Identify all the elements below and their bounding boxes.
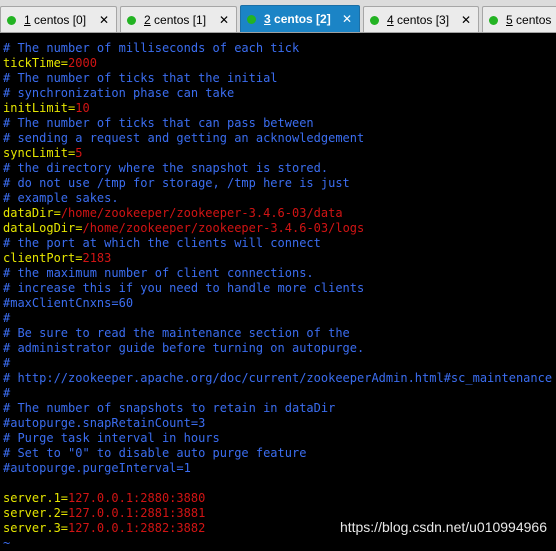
config-key: initLimit bbox=[3, 101, 69, 115]
tab-centos-4[interactable]: 5 centos bbox=[482, 6, 556, 32]
comment-line: # the directory where the snapshot is st… bbox=[3, 161, 329, 175]
comment-line: # the port at which the clients will con… bbox=[3, 236, 321, 250]
config-key: tickTime bbox=[3, 56, 61, 70]
empty-buffer-line: ~ bbox=[3, 536, 11, 550]
config-key: server.3 bbox=[3, 521, 61, 535]
comment-line: # The number of ticks that the initial bbox=[3, 71, 278, 85]
comment-line: # The number of snapshots to retain in d… bbox=[3, 401, 336, 415]
comment-line: # The number of ticks that can pass betw… bbox=[3, 116, 314, 130]
config-key: server.1 bbox=[3, 491, 61, 505]
config-value: /home/zookeeper/zookeeper-3.4.6-03/logs bbox=[82, 221, 365, 235]
equals-sign: = bbox=[60, 56, 69, 70]
config-line: tickTime=2000 bbox=[3, 56, 97, 71]
config-value: 127.0.0.1:2880:3880 bbox=[68, 491, 206, 505]
comment-line: # synchronization phase can take bbox=[3, 86, 235, 100]
connection-status-icon bbox=[247, 15, 256, 24]
close-icon[interactable]: ✕ bbox=[219, 7, 229, 32]
close-icon[interactable]: ✕ bbox=[461, 7, 471, 32]
comment-line: # the maximum number of client connectio… bbox=[3, 266, 314, 280]
tab-label: 5 centos bbox=[506, 13, 552, 27]
config-value: 2183 bbox=[82, 251, 112, 265]
comment-line: # administrator guide before turning on … bbox=[3, 341, 365, 355]
config-line: server.1=127.0.0.1:2880:3880 bbox=[3, 491, 205, 506]
config-line: syncLimit=5 bbox=[3, 146, 83, 161]
equals-sign: = bbox=[60, 506, 69, 520]
tab-centos-3[interactable]: 4 centos [3] ✕ bbox=[363, 6, 479, 32]
close-icon[interactable]: ✕ bbox=[99, 7, 109, 32]
comment-line: # http://zookeeper.apache.org/doc/curren… bbox=[3, 371, 553, 385]
config-value: 2000 bbox=[68, 56, 97, 70]
comment-line: # Set to "0" to disable auto purge featu… bbox=[3, 446, 307, 460]
comment-line: # bbox=[3, 311, 11, 325]
config-key: clientPort bbox=[3, 251, 76, 265]
connection-status-icon bbox=[489, 16, 498, 25]
config-value: /home/zookeeper/zookeeper-3.4.6-03/data bbox=[60, 206, 343, 220]
comment-line: #autopurge.purgeInterval=1 bbox=[3, 461, 191, 475]
config-line: initLimit=10 bbox=[3, 101, 90, 116]
tab-label: 3 centos [2] bbox=[264, 12, 331, 26]
comment-line: # bbox=[3, 356, 11, 370]
tab-label: 4 centos [3] bbox=[387, 13, 450, 27]
config-value: 127.0.0.1:2881:3881 bbox=[68, 506, 206, 520]
config-value: 10 bbox=[75, 101, 90, 115]
equals-sign: = bbox=[53, 206, 61, 220]
comment-line: # Purge task interval in hours bbox=[3, 431, 220, 445]
terminal-output[interactable]: # The number of milliseconds of each tic… bbox=[0, 33, 556, 550]
tab-label: 2 centos [1] bbox=[144, 13, 207, 27]
comment-line: # bbox=[3, 386, 11, 400]
config-line: clientPort=2183 bbox=[3, 251, 111, 266]
tab-centos-0[interactable]: 1 centos [0] ✕ bbox=[0, 6, 117, 32]
config-value: 127.0.0.1:2882:3882 bbox=[68, 521, 206, 535]
equals-sign: = bbox=[60, 491, 69, 505]
comment-line: # Be sure to read the maintenance sectio… bbox=[3, 326, 350, 340]
config-line: dataDir=/home/zookeeper/zookeeper-3.4.6-… bbox=[3, 206, 343, 221]
config-line: server.3=127.0.0.1:2882:3882 bbox=[3, 521, 205, 536]
connection-status-icon bbox=[7, 16, 16, 25]
tab-label: 1 centos [0] bbox=[24, 13, 87, 27]
comment-line: # example sakes. bbox=[3, 191, 119, 205]
connection-status-icon bbox=[370, 16, 379, 25]
config-key: dataLogDir bbox=[3, 221, 76, 235]
tab-centos-1[interactable]: 2 centos [1] ✕ bbox=[120, 6, 237, 32]
comment-line: #maxClientCnxns=60 bbox=[3, 296, 134, 310]
tab-centos-2[interactable]: 3 centos [2] ✕ bbox=[240, 5, 360, 32]
watermark: https://blog.csdn.net/u010994966 bbox=[339, 519, 547, 535]
comment-line: # do not use /tmp for storage, /tmp here… bbox=[3, 176, 350, 190]
connection-status-icon bbox=[127, 16, 136, 25]
close-icon[interactable]: ✕ bbox=[342, 6, 352, 32]
comment-line: # increase this if you need to handle mo… bbox=[3, 281, 365, 295]
comment-line: # sending a request and getting an ackno… bbox=[3, 131, 365, 145]
config-value: 5 bbox=[75, 146, 83, 160]
tab-bar: 1 centos [0] ✕ 2 centos [1] ✕ 3 centos [… bbox=[0, 0, 556, 33]
config-line: dataLogDir=/home/zookeeper/zookeeper-3.4… bbox=[3, 221, 364, 236]
config-line: server.2=127.0.0.1:2881:3881 bbox=[3, 506, 205, 521]
comment-line: # The number of milliseconds of each tic… bbox=[3, 41, 300, 55]
config-key: syncLimit bbox=[3, 146, 69, 160]
comment-line: #autopurge.snapRetainCount=3 bbox=[3, 416, 206, 430]
config-key: dataDir bbox=[3, 206, 54, 220]
equals-sign: = bbox=[60, 521, 69, 535]
config-key: server.2 bbox=[3, 506, 61, 520]
